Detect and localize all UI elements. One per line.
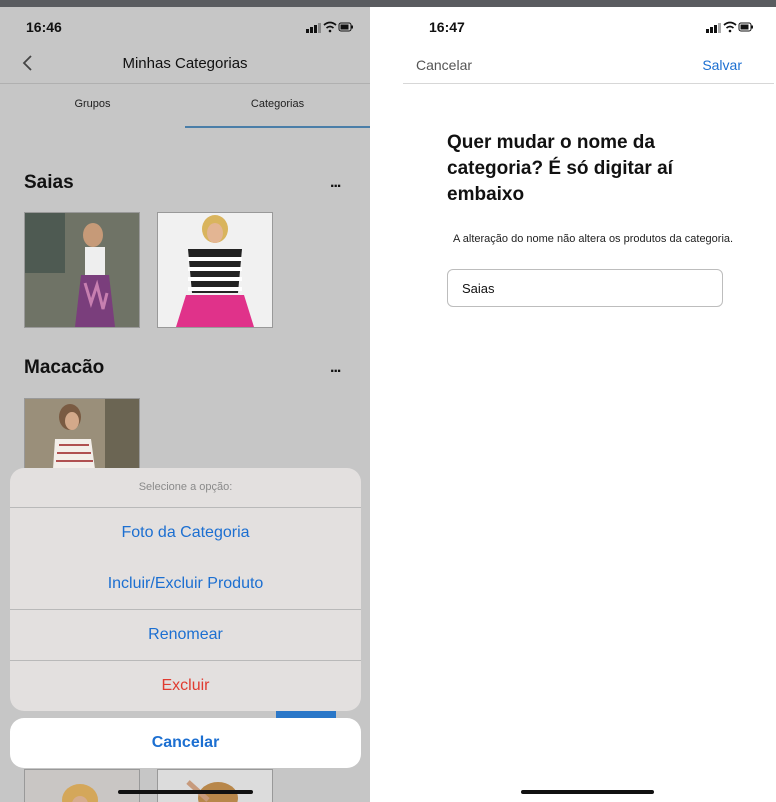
signal-icon	[706, 23, 721, 33]
option-excluir[interactable]: Excluir	[10, 661, 361, 711]
status-bar: 16:47	[403, 7, 774, 45]
action-sheet: Selecione a opção: Foto da Categoria Inc…	[10, 468, 361, 711]
battery-icon	[338, 22, 353, 32]
wifi-icon	[723, 21, 737, 33]
more-button-saias[interactable]: ...	[330, 174, 341, 192]
home-indicator	[118, 790, 253, 794]
wifi-icon	[323, 21, 337, 33]
home-indicator	[521, 790, 654, 794]
right-screen: 16:47 Cancelar Salvar Quer mudar o nome …	[403, 7, 774, 802]
product-photo	[25, 399, 139, 469]
save-link[interactable]: Salvar	[702, 57, 742, 73]
product-photo	[158, 770, 272, 802]
status-bar: 16:46	[0, 7, 370, 45]
page-title: Minhas Categorias	[122, 55, 248, 72]
product-thumbnail[interactable]	[157, 212, 273, 328]
option-foto-categoria[interactable]: Foto da Categoria	[10, 508, 361, 558]
status-time: 16:46	[26, 19, 62, 35]
battery-icon	[738, 22, 753, 32]
left-screen: 16:46 Minhas Categorias Grupos Categoria…	[0, 7, 370, 802]
status-icons	[306, 21, 353, 33]
window-top-bar	[0, 0, 776, 7]
nav-bar: Cancelar Salvar	[403, 45, 774, 84]
rename-heading: Quer mudar o nome da categoria? É só dig…	[447, 132, 673, 205]
product-thumbnail[interactable]	[24, 398, 140, 469]
option-renomear[interactable]: Renomear	[10, 610, 361, 661]
divider	[370, 7, 403, 802]
product-thumbnail[interactable]	[24, 212, 140, 328]
signal-icon	[306, 23, 321, 33]
more-button-macacao[interactable]: ...	[330, 359, 341, 377]
product-photo	[25, 770, 139, 802]
tab-categorias[interactable]: Categorias	[185, 98, 370, 110]
product-thumbnail[interactable]	[24, 769, 140, 802]
option-incluir-excluir-produto[interactable]: Incluir/Excluir Produto	[10, 558, 361, 610]
product-thumbnail[interactable]	[157, 769, 273, 802]
rename-help-text: A alteração do nome não altera os produt…	[453, 233, 734, 245]
product-photo	[25, 213, 139, 327]
category-title-macacao: Macacão	[24, 357, 105, 378]
status-time: 16:47	[429, 19, 465, 35]
status-icons	[706, 21, 753, 33]
cancel-link[interactable]: Cancelar	[416, 57, 472, 73]
product-photo	[158, 213, 272, 327]
tab-grupos[interactable]: Grupos	[0, 98, 185, 110]
nav-bar: Minhas Categorias	[0, 45, 370, 84]
category-name-input[interactable]: Saias	[447, 269, 723, 307]
category-title-saias: Saias	[24, 172, 74, 193]
action-sheet-title: Selecione a opção:	[10, 468, 361, 508]
cancel-button[interactable]: Cancelar	[10, 718, 361, 768]
tab-bar: Grupos Categorias	[0, 84, 370, 128]
tab-indicator	[185, 126, 370, 128]
